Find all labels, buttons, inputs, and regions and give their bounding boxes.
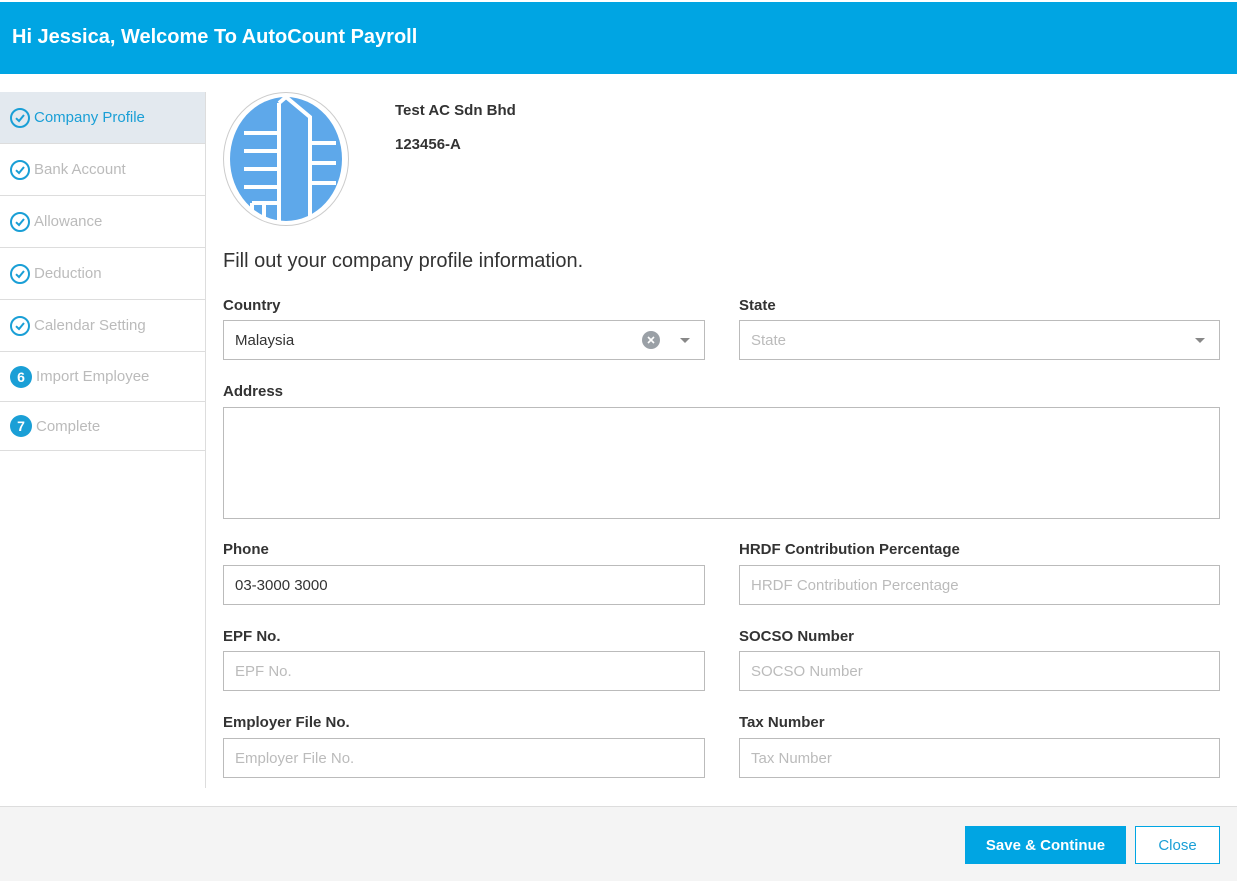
address-label: Address xyxy=(223,383,284,400)
step-number-badge: 7 xyxy=(10,415,32,437)
step-label: Import Employee xyxy=(36,368,150,385)
check-circle-icon xyxy=(10,263,30,284)
wizard-sidebar: Company Profile Bank Account Allowance D… xyxy=(0,92,206,788)
step-deduction[interactable]: Deduction xyxy=(0,248,205,300)
employer-file-label: Employer File No. xyxy=(223,714,350,731)
clear-icon[interactable] xyxy=(642,331,660,349)
hrdf-label: HRDF Contribution Percentage xyxy=(739,541,960,558)
company-name: Test AC Sdn Bhd xyxy=(395,102,516,119)
step-complete[interactable]: 7 Complete xyxy=(0,402,205,451)
epf-number-field[interactable] xyxy=(223,651,705,691)
address-field[interactable] xyxy=(223,407,1220,519)
state-label: State xyxy=(739,297,776,314)
check-circle-icon xyxy=(10,315,30,336)
close-button[interactable]: Close xyxy=(1135,826,1220,864)
form-heading: Fill out your company profile informatio… xyxy=(223,250,584,272)
phone-field[interactable] xyxy=(223,565,705,605)
country-select[interactable]: Malaysia xyxy=(223,320,705,360)
check-circle-icon xyxy=(10,107,30,128)
check-circle-icon xyxy=(10,159,30,180)
step-bank-account[interactable]: Bank Account xyxy=(0,144,205,196)
step-label: Allowance xyxy=(34,213,103,230)
check-circle-icon xyxy=(10,211,30,232)
tax-number-field[interactable] xyxy=(739,738,1220,778)
phone-label: Phone xyxy=(223,541,269,558)
save-continue-button[interactable]: Save & Continue xyxy=(965,826,1126,864)
country-label: Country xyxy=(223,297,281,314)
step-label: Company Profile xyxy=(34,109,145,126)
step-allowance[interactable]: Allowance xyxy=(0,196,205,248)
welcome-title: Hi Jessica, Welcome To AutoCount Payroll xyxy=(12,26,418,48)
socso-label: SOCSO Number xyxy=(739,628,855,645)
step-calendar-setting[interactable]: Calendar Setting xyxy=(0,300,205,352)
hrdf-percentage-field[interactable] xyxy=(739,565,1220,605)
footer-bar: Save & Continue Close xyxy=(0,806,1237,881)
header-bar: Hi Jessica, Welcome To AutoCount Payroll xyxy=(0,2,1237,74)
socso-number-field[interactable] xyxy=(739,651,1220,691)
chevron-down-icon[interactable] xyxy=(1195,338,1205,343)
tax-label: Tax Number xyxy=(739,714,825,731)
country-value: Malaysia xyxy=(235,332,295,349)
company-logo[interactable] xyxy=(223,92,349,226)
company-registration-number: 123456-A xyxy=(395,136,461,153)
step-label: Complete xyxy=(36,417,101,435)
step-import-employee[interactable]: 6 Import Employee xyxy=(0,352,205,402)
employer-file-field[interactable] xyxy=(223,738,705,778)
step-label: Calendar Setting xyxy=(34,317,146,334)
step-number-badge: 6 xyxy=(10,365,32,388)
chevron-down-icon[interactable] xyxy=(680,338,690,343)
step-company-profile[interactable]: Company Profile xyxy=(0,92,205,144)
state-select[interactable]: State xyxy=(739,320,1220,360)
step-label: Bank Account xyxy=(34,161,126,178)
epf-label: EPF No. xyxy=(223,628,281,645)
state-placeholder: State xyxy=(751,332,787,349)
step-label: Deduction xyxy=(34,265,102,282)
building-icon xyxy=(230,94,342,225)
